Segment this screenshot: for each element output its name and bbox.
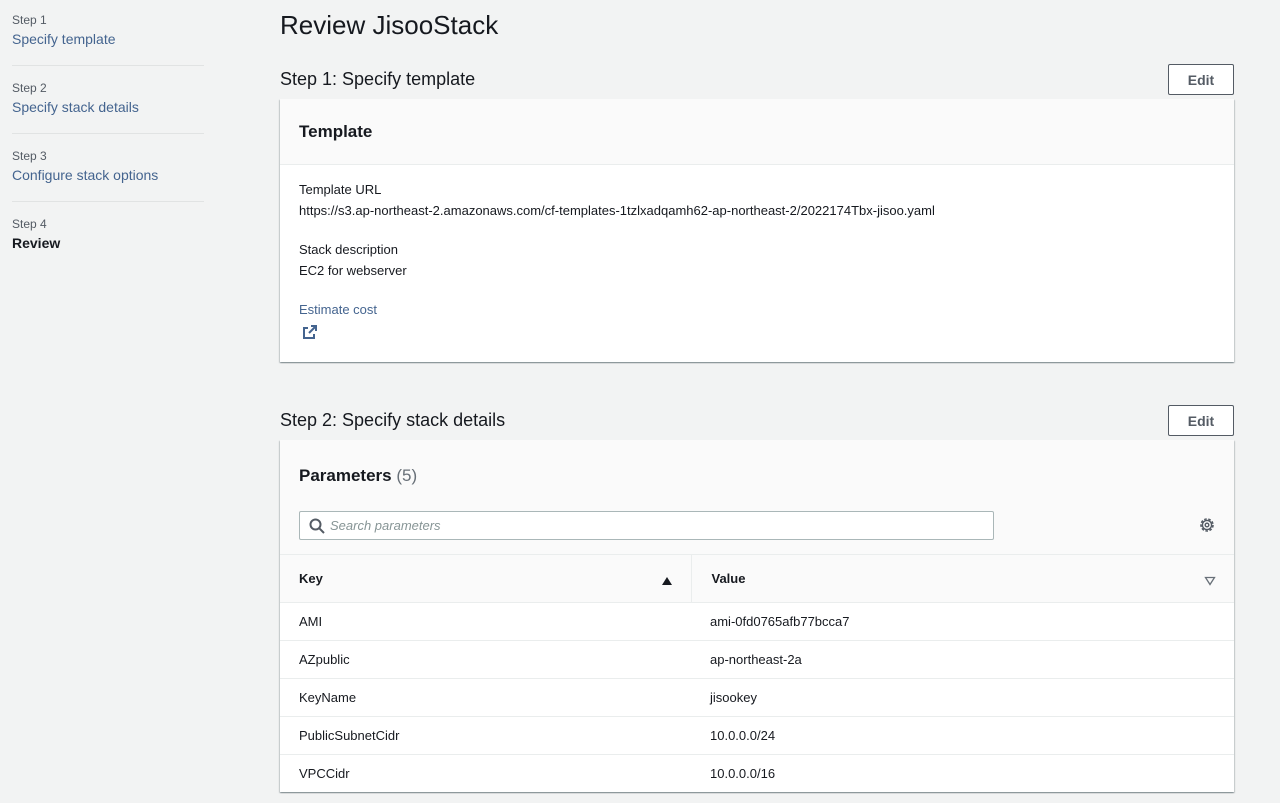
template-url-value: https://s3.ap-northeast-2.amazonaws.com/…	[299, 203, 935, 218]
nav-step-1: Step 1 Specify template	[12, 12, 204, 66]
param-key: AMI	[299, 614, 323, 629]
estimate-cost-link[interactable]: Estimate cost	[299, 302, 377, 317]
nav-step-3: Step 3 Configure stack options	[12, 148, 204, 202]
table-row: VPCCidr 10.0.0.0/16	[280, 755, 1234, 793]
template-url-label: Template URL	[299, 182, 382, 197]
nav-step-1-link[interactable]: Specify template	[12, 29, 116, 49]
table-row: KeyName jisookey	[280, 679, 1234, 717]
table-row: PublicSubnetCidr 10.0.0.0/24	[280, 717, 1234, 755]
search-parameters-input[interactable]	[330, 512, 980, 539]
nav-step-4-number: Step 4	[12, 217, 47, 231]
nav-step-1-number: Step 1	[12, 13, 47, 27]
parameters-title: Parameters (5)	[299, 464, 1215, 488]
search-box[interactable]	[299, 511, 994, 540]
external-link-icon[interactable]	[302, 324, 318, 343]
table-header-row: Key Value	[280, 554, 1234, 603]
step1-edit-button[interactable]: Edit	[1168, 64, 1234, 95]
table-row: AZpublic ap-northeast-2a	[280, 641, 1234, 679]
template-card: Template Template URL https://s3.ap-nort…	[280, 99, 1234, 362]
stack-description-field: Stack description EC2 for webserver	[280, 240, 1234, 281]
stack-description-label: Stack description	[299, 242, 398, 257]
parameters-count: (5)	[396, 466, 418, 485]
key-column-label: Key	[299, 571, 323, 586]
table-row: AMI ami-0fd0765afb77bcca7	[280, 603, 1234, 641]
step1-header: Step 1: Specify template Edit	[280, 64, 1234, 96]
nav-step-2-link[interactable]: Specify stack details	[12, 97, 139, 117]
sort-descending-icon[interactable]	[1204, 574, 1216, 589]
step1-title: Step 1: Specify template	[280, 69, 476, 89]
template-card-title: Template	[299, 122, 373, 141]
search-icon	[309, 518, 325, 537]
template-url-field: Template URL https://s3.ap-northeast-2.a…	[280, 180, 1234, 221]
wizard-navigation: Step 1 Specify template Step 2 Specify s…	[12, 12, 204, 283]
param-value: ami-0fd0765afb77bcca7	[710, 614, 850, 629]
step2-header: Step 2: Specify stack details Edit	[280, 405, 1234, 437]
param-value: 10.0.0.0/16	[710, 766, 776, 782]
value-column-header[interactable]: Value	[690, 554, 1234, 603]
nav-step-3-link[interactable]: Configure stack options	[12, 165, 158, 185]
value-column-label: Value	[711, 571, 746, 586]
param-key: AZpublic	[299, 652, 350, 667]
parameters-table: Key Value AMI ami-0fd0765afb77bcca7 AZpu…	[280, 554, 1234, 793]
key-column-header[interactable]: Key	[280, 555, 691, 603]
param-value: 10.0.0.0/24	[710, 728, 776, 743]
template-card-header: Template	[280, 99, 1234, 165]
nav-step-4: Step 4 Review	[12, 216, 204, 269]
param-value: jisookey	[710, 690, 757, 705]
nav-step-2: Step 2 Specify stack details	[12, 80, 204, 134]
param-key: KeyName	[299, 690, 357, 705]
parameters-title-text: Parameters	[299, 466, 392, 485]
nav-step-4-current: Review	[12, 235, 61, 251]
stack-description-value: EC2 for webserver	[299, 263, 407, 278]
estimate-cost-field: Estimate cost	[280, 300, 1234, 343]
param-value: ap-northeast-2a	[710, 652, 802, 667]
nav-step-2-number: Step 2	[12, 81, 47, 95]
nav-step-3-number: Step 3	[12, 149, 47, 163]
param-key: VPCCidr	[299, 766, 350, 782]
step2-title: Step 2: Specify stack details	[280, 410, 506, 430]
step2-edit-button[interactable]: Edit	[1168, 405, 1234, 436]
gear-icon[interactable]	[1199, 517, 1215, 536]
page-title: Review JisooStack	[280, 10, 499, 40]
param-key: PublicSubnetCidr	[299, 728, 400, 743]
parameters-card: Parameters (5) Search parameters Key Val…	[280, 440, 1234, 792]
sort-ascending-icon[interactable]	[661, 574, 673, 589]
